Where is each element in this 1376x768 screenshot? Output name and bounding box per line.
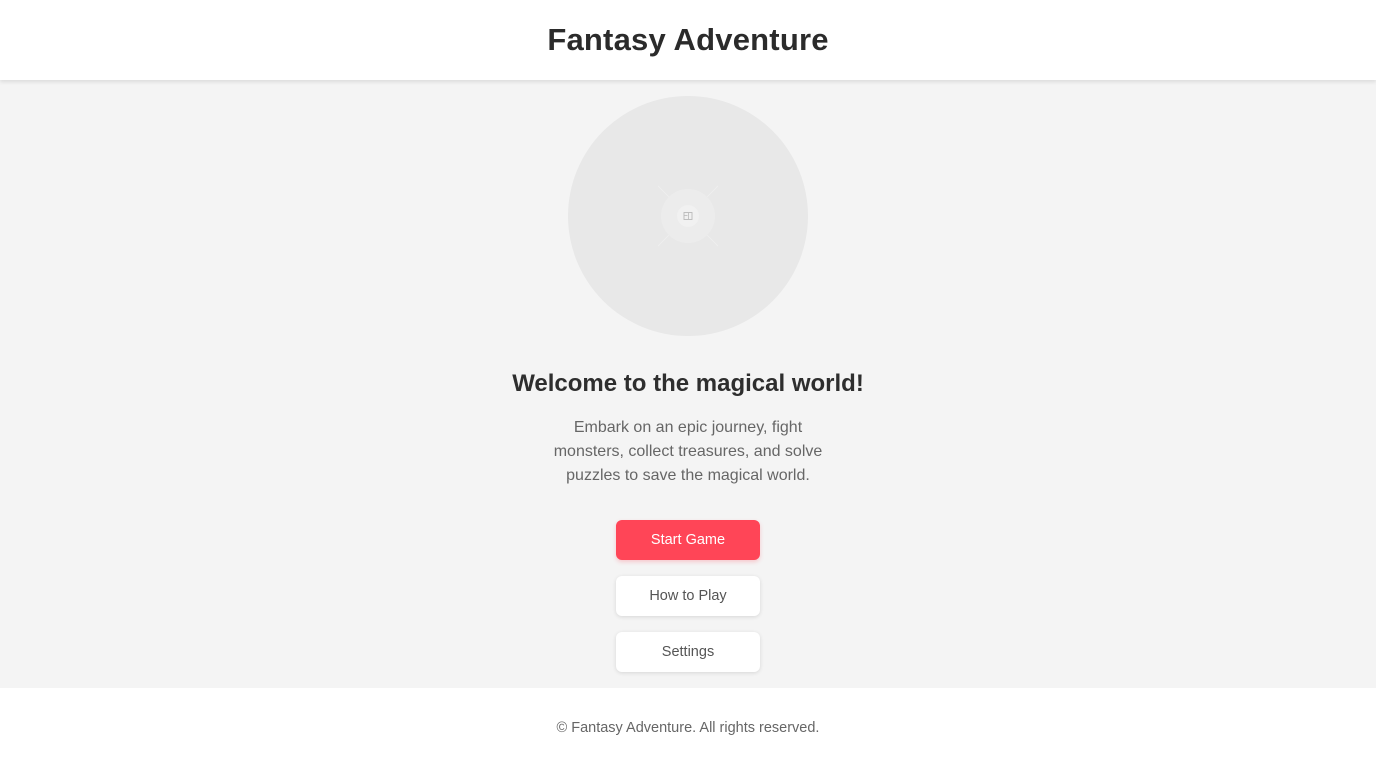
welcome-heading: Welcome to the magical world! [512,370,864,397]
main-content: Welcome to the magical world! Embark on … [0,80,1376,688]
settings-button[interactable]: Settings [616,632,760,672]
game-description: Embark on an epic journey, fight monster… [553,419,823,484]
hero-placeholder-graphic [657,185,719,247]
page-footer: © Fantasy Adventure. All rights reserved… [0,688,1376,768]
start-game-button[interactable]: Start Game [616,520,760,560]
page-title: Fantasy Adventure [547,22,829,57]
how-to-play-button[interactable]: How to Play [616,576,760,616]
copyright-text: © Fantasy Adventure. All rights reserved… [556,720,820,736]
page-header: Fantasy Adventure [0,0,1376,80]
hero-image [568,96,808,336]
